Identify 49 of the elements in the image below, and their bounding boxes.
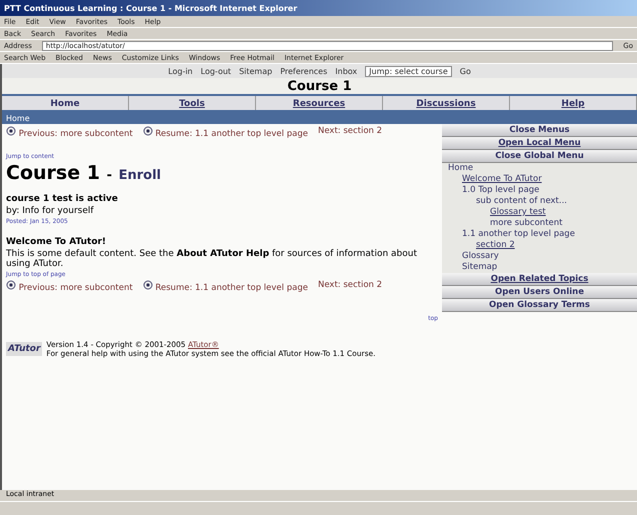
announcement-body: by: Info for yourself bbox=[6, 206, 95, 216]
user-bar-link[interactable]: Preferences bbox=[280, 66, 328, 76]
menu-tree-item[interactable]: sub content of next... bbox=[442, 196, 637, 207]
menu-toggle[interactable]: Open Glossary Terms bbox=[442, 299, 637, 312]
menu-toggle[interactable]: Open Local Menu bbox=[442, 137, 637, 150]
user-bar-link[interactable]: Sitemap bbox=[239, 66, 272, 76]
user-bar-link[interactable]: Log-in bbox=[168, 66, 193, 76]
tree-title[interactable]: Home bbox=[442, 163, 637, 174]
next-link[interactable]: Next: section 2 bbox=[318, 280, 382, 293]
user-bar-link[interactable]: Log-out bbox=[200, 66, 232, 76]
menu-tree-item[interactable]: Glossary bbox=[442, 251, 637, 262]
previous-link[interactable]: Previous: more subcontent bbox=[6, 280, 133, 293]
resume-link[interactable]: Resume: 1.1 another top level page bbox=[142, 280, 308, 293]
resume-link[interactable]: Resume: 1.1 another top level page bbox=[142, 126, 308, 139]
next-link[interactable]: Next: section 2 bbox=[318, 126, 382, 139]
nav-tab[interactable]: Home bbox=[2, 96, 129, 110]
heading-separator: - bbox=[106, 168, 112, 183]
menu-toggle[interactable]: Close Menus bbox=[442, 124, 637, 137]
jump-select[interactable]: Jump: select course bbox=[365, 66, 452, 76]
atutor-logo: ATutor bbox=[6, 342, 42, 356]
menu-tree-item[interactable]: 1.1 another top level page bbox=[442, 229, 637, 240]
menu-tree-item[interactable]: 1.0 Top level page bbox=[442, 185, 637, 196]
resume-icon bbox=[142, 280, 153, 290]
nav-tab[interactable]: Resources bbox=[256, 96, 383, 110]
menu-tree-item[interactable]: more subcontent bbox=[442, 218, 637, 229]
user-bar-link[interactable]: Inbox bbox=[335, 66, 358, 76]
enroll-link[interactable]: Enroll bbox=[118, 168, 161, 183]
nav-tab[interactable]: Help bbox=[510, 96, 637, 110]
menu-tree-item[interactable]: Welcome To ATutor bbox=[442, 174, 637, 185]
menu-toggle[interactable]: Close Global Menu bbox=[442, 150, 637, 163]
page-heading: Course 1 bbox=[6, 162, 100, 184]
menu-tree-item[interactable]: Glossary test bbox=[442, 207, 637, 218]
previous-icon bbox=[6, 126, 16, 136]
menu-tree-item[interactable]: Sitemap bbox=[442, 262, 637, 273]
menu-toggle[interactable]: Open Related Topics bbox=[442, 273, 637, 286]
previous-link[interactable]: Previous: more subcontent bbox=[6, 126, 133, 139]
resume-icon bbox=[142, 126, 153, 136]
go-button[interactable]: Go bbox=[460, 66, 471, 76]
course-title: Course 1 bbox=[2, 78, 637, 96]
welcome-text: This is some default content. See the About ATutor Help for sources of information about using ATutor. bbox=[6, 249, 418, 269]
window-title: PTT Continuous Learning : Course 1 - Microsoft Internet Explorer bbox=[0, 0, 637, 16]
breadcrumb-bar: Home bbox=[2, 113, 637, 124]
nav-tab[interactable]: Discussions bbox=[383, 96, 510, 110]
menu-toggle[interactable]: Open Users Online bbox=[442, 286, 637, 299]
announcement-title: course 1 test is active bbox=[6, 194, 119, 204]
menu-tree-item[interactable]: section 2 bbox=[442, 240, 637, 251]
welcome-title: Welcome To ATutor! bbox=[6, 237, 108, 247]
previous-icon bbox=[6, 280, 16, 290]
nav-tab[interactable]: Tools bbox=[129, 96, 256, 110]
